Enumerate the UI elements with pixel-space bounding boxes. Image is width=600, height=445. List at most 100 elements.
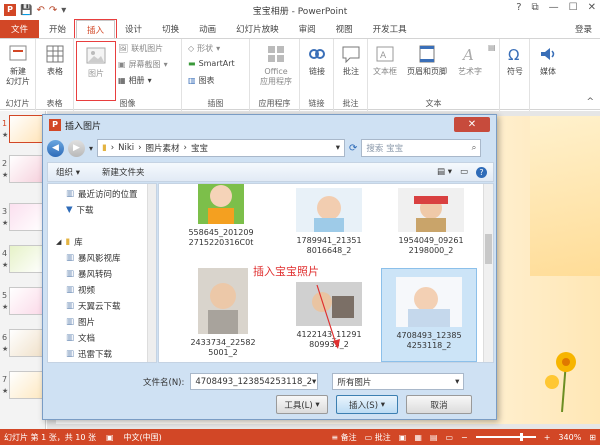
reading-view-icon[interactable]: ▤ [430,433,438,442]
navigation-scrollbar[interactable] [147,184,156,362]
help-icon[interactable]: ? [516,2,521,13]
shapes-button[interactable]: ◇ 形状 ▾ [188,43,220,54]
back-button[interactable]: ◀ [47,139,64,157]
nav-item-tianyi-download[interactable]: ▥ 天翼云下载 [66,300,121,312]
media-button[interactable]: 媒体 [532,43,564,77]
collapse-ribbon-icon[interactable]: ^ [586,97,594,107]
chart-button[interactable]: ▥ 图表 [188,75,215,86]
refresh-icon[interactable]: ⟳ [349,143,357,154]
slide-thumbnail[interactable] [9,203,45,231]
tab-developer[interactable]: 开发工具 [363,20,417,38]
help-icon[interactable]: ? [476,166,487,178]
file-item[interactable]: 1789941_21351 8016648_2 [281,188,377,256]
address-bar[interactable]: ▮ › Niki › 图片素材 › 宝宝 ▾ [97,139,346,157]
address-dropdown-icon[interactable]: ▾ [336,143,344,153]
new-folder-button[interactable]: 新建文件夹 [102,166,145,178]
customize-qat-icon[interactable]: ▾ [61,5,66,16]
file-list-scrollbar[interactable] [483,184,493,362]
wordart-button[interactable]: A 艺术字 [452,43,488,77]
zoom-slider-thumb[interactable] [519,433,523,441]
nav-item-downloads[interactable]: ▼ 下载 [66,204,94,216]
breadcrumb-item[interactable]: Niki [118,143,134,153]
file-type-filter[interactable]: 所有图片 ▾ [332,373,465,390]
tab-review[interactable]: 审阅 [289,20,326,38]
maximize-icon[interactable]: ☐ [569,2,578,13]
slide-thumbnail-panel[interactable]: 1 ★ 2 ★ 3 ★ 4 ★ 5 ★ 6 ★ 7 ★ [0,111,46,429]
slide-thumbnail[interactable] [9,155,45,183]
online-picture-button[interactable]: 🖼 联机图片 [118,43,163,54]
insert-button[interactable]: 插入(S) ▾ [336,395,398,414]
tab-slideshow[interactable]: 幻灯片放映 [226,20,289,38]
cancel-button[interactable]: 取消 [406,395,472,414]
proofing-icon[interactable]: ▣ [106,433,114,442]
view-mode-icon[interactable]: ▤ ▾ [437,167,452,178]
symbol-button[interactable]: Ω 符号 [502,43,528,77]
table-button[interactable]: 表格 [39,43,71,77]
minimize-icon[interactable]: — [549,2,559,13]
smartart-button[interactable]: ▬ SmartArt [188,59,235,68]
scrollbar-thumb[interactable] [485,234,492,264]
navigation-pane[interactable]: ▥ 最近访问的位置 ▼ 下载 ◢ ▮ 库 ▥ 暴风影视库 ▥ 暴风转码 ▥ 视频 ▥ 天翼云下载… [47,183,157,363]
nav-item-baofeng-transcode[interactable]: ▥ 暴风转码 [66,268,112,280]
slideshow-icon[interactable]: ▭ [445,433,453,442]
nav-item-libraries[interactable]: ◢ ▮ 库 [56,236,83,248]
filename-input[interactable]: 4708493_123854253118_2 ▾ [190,373,319,390]
slide-sorter-icon[interactable]: ▦ [414,433,422,442]
header-footer-button[interactable]: 页眉和页脚 [402,43,452,77]
nav-item-pictures[interactable]: ▥ 图片 [66,316,95,328]
file-item[interactable]: 558645_201209 2715220316C0t [173,184,269,248]
tab-design[interactable]: 设计 [115,20,152,38]
nav-item-documents[interactable]: ▥ 文档 [66,332,95,344]
preview-pane-icon[interactable]: ▭ [460,167,468,178]
zoom-level[interactable]: 340% [558,433,581,442]
slide-thumbnail[interactable] [9,329,45,357]
nav-item-recent[interactable]: ▥ 最近访问的位置 [66,188,138,200]
text-extra-icon[interactable]: ▤ [488,43,496,52]
file-item[interactable]: 2433734_22582 5001_2 [175,268,271,358]
tab-home[interactable]: 开始 [39,20,76,38]
dialog-close-button[interactable]: ✕ [454,117,490,132]
tab-animations[interactable]: 动画 [189,20,226,38]
zoom-out-icon[interactable]: − [461,433,468,442]
tab-view[interactable]: 视图 [326,20,363,38]
slide-thumbnail[interactable] [9,371,45,399]
tab-file[interactable]: 文件 [0,20,40,38]
nav-item-baofeng-library[interactable]: ▥ 暴风影视库 [66,252,121,264]
normal-view-icon[interactable]: ▣ [399,433,407,442]
slide-thumbnail[interactable] [9,115,45,143]
breadcrumb-item[interactable]: 图片素材 [146,142,180,154]
nav-item-xunlei-download[interactable]: ▥ 迅雷下载 [66,348,112,360]
tools-button[interactable]: 工具(L) ▾ [276,395,328,414]
fit-to-window-icon[interactable]: ⊞ [589,433,596,442]
close-icon[interactable]: ✕ [588,2,596,13]
tab-transitions[interactable]: 切换 [152,20,189,38]
zoom-in-icon[interactable]: + [544,433,551,442]
nav-item-videos[interactable]: ▥ 视频 [66,284,95,296]
comments-button[interactable]: ▭ 批注 [365,432,391,443]
organize-button[interactable]: 组织 ▾ [56,166,80,178]
link-button[interactable]: 链接 [302,43,332,77]
file-item-selected[interactable]: 4708493_12385 4253118_2 [381,268,477,362]
slide-thumbnail[interactable] [9,287,45,315]
login-link[interactable]: 登录 [575,20,600,38]
screenshot-button[interactable]: ▣ 屏幕截图 ▾ [118,59,168,70]
zoom-slider[interactable] [475,433,536,441]
save-icon[interactable]: 💾 [20,5,32,16]
redo-icon[interactable]: ↷ [49,5,57,16]
tab-insert[interactable]: 插入 [74,19,118,39]
textbox-button[interactable]: A 文本框 [368,43,402,77]
search-input[interactable]: 搜索 宝宝 ⌕ [361,139,482,157]
album-button[interactable]: ▦ 相册 ▾ [118,75,152,86]
comment-button[interactable]: 批注 [336,43,366,77]
forward-button[interactable]: ▶ [68,139,85,157]
office-apps-button[interactable]: Office 应用程序 [254,43,298,87]
notes-button[interactable]: ≡ 备注 [331,432,356,443]
breadcrumb-item[interactable]: 宝宝 [191,142,208,154]
ribbon-display-icon[interactable]: ⧉ [532,2,539,13]
language-status[interactable]: 中文(中国) [124,432,162,443]
slide-thumbnail[interactable] [9,245,45,273]
recent-locations-icon[interactable]: ▾ [89,144,93,153]
new-slide-button[interactable]: 新建 幻灯片 [2,43,34,87]
file-item[interactable]: 1954049_09261 2198000_2 [383,188,479,256]
undo-icon[interactable]: ↶ [36,5,44,16]
